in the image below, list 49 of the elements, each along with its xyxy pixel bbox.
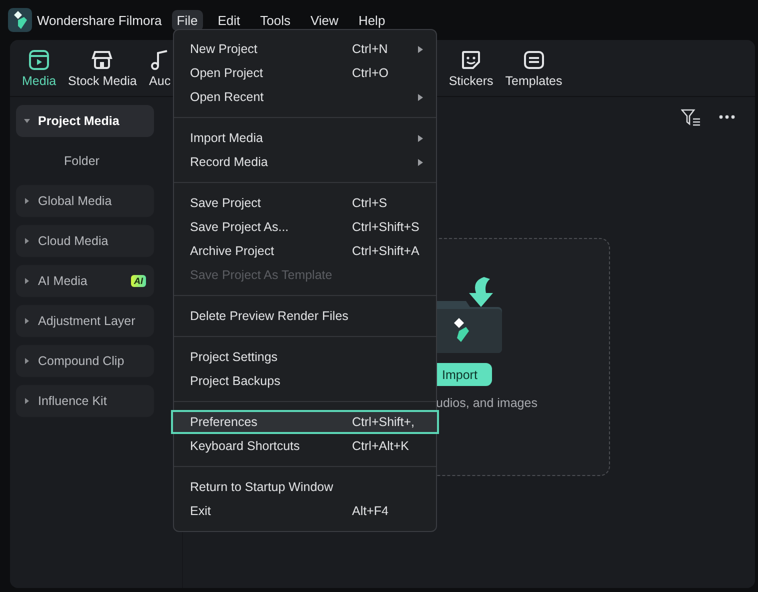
sidebar-item[interactable]: AI Media AI [16, 265, 154, 297]
toolbar-tab[interactable]: Media [16, 40, 62, 96]
media-icon [28, 48, 50, 70]
filter-icon[interactable] [681, 108, 701, 126]
dropzone-hint: udios, and images [436, 396, 538, 410]
toolbar-tab[interactable]: Templates [499, 40, 568, 96]
menu-bar-item[interactable]: File [172, 10, 203, 30]
sidebar-item[interactable]: Cloud Media [16, 225, 154, 257]
import-button[interactable]: Import [436, 363, 492, 386]
more-icon[interactable] [719, 115, 735, 119]
toolbar-tab[interactable]: Stock Media [62, 40, 143, 96]
menu-item[interactable]: Record Media [174, 150, 436, 174]
submenu-arrow-icon [418, 134, 423, 142]
caret-right-icon [24, 238, 30, 244]
sidebar-item[interactable]: Project Media [16, 105, 154, 137]
caret-right-icon [24, 278, 30, 284]
menu-item[interactable]: Open Recent [174, 85, 436, 109]
menu-bar-item[interactable]: Help [353, 10, 390, 30]
sidebar-item[interactable]: Adjustment Layer [16, 305, 154, 337]
store-icon [91, 48, 114, 70]
app-title: Wondershare Filmora [37, 12, 162, 28]
toolbar-tab[interactable]: Auc [142, 40, 177, 96]
menu-item[interactable]: Save Project Ctrl+S [174, 191, 436, 215]
menu-item[interactable]: Preferences Ctrl+Shift+, [171, 410, 439, 434]
submenu-arrow-icon [418, 158, 423, 166]
templates-icon [522, 48, 545, 70]
caret-right-icon [24, 358, 30, 364]
sidebar-item[interactable]: Compound Clip [16, 345, 154, 377]
menu-bar-item[interactable]: Tools [255, 10, 296, 30]
menu-item[interactable]: Exit Alt+F4 [174, 499, 436, 523]
toolbar-tab[interactable]: Stickers [442, 40, 500, 96]
menu-item[interactable]: Save Project As... Ctrl+Shift+S [174, 215, 436, 239]
sidebar-item[interactable]: Influence Kit [16, 385, 154, 417]
caret-down-icon [24, 118, 30, 124]
menu-item[interactable]: New Project Ctrl+N [174, 37, 436, 61]
menu-bar-item[interactable]: Edit [212, 10, 246, 30]
filmora-logo-icon [8, 8, 32, 32]
menu-item[interactable]: Import Media [174, 126, 436, 150]
menu-item[interactable]: Open Project Ctrl+O [174, 61, 436, 85]
submenu-arrow-icon [418, 46, 423, 52]
caret-right-icon [24, 198, 30, 204]
menu-item[interactable]: Return to Startup Window [174, 475, 436, 499]
sticker-icon [460, 48, 482, 70]
ai-badge: AI [131, 275, 146, 287]
menu-bar-item[interactable]: View [305, 10, 344, 30]
submenu-arrow-icon [418, 94, 423, 100]
sidebar-item[interactable]: Global Media [16, 185, 154, 217]
caret-right-icon [24, 398, 30, 404]
caret-right-icon [24, 318, 30, 324]
